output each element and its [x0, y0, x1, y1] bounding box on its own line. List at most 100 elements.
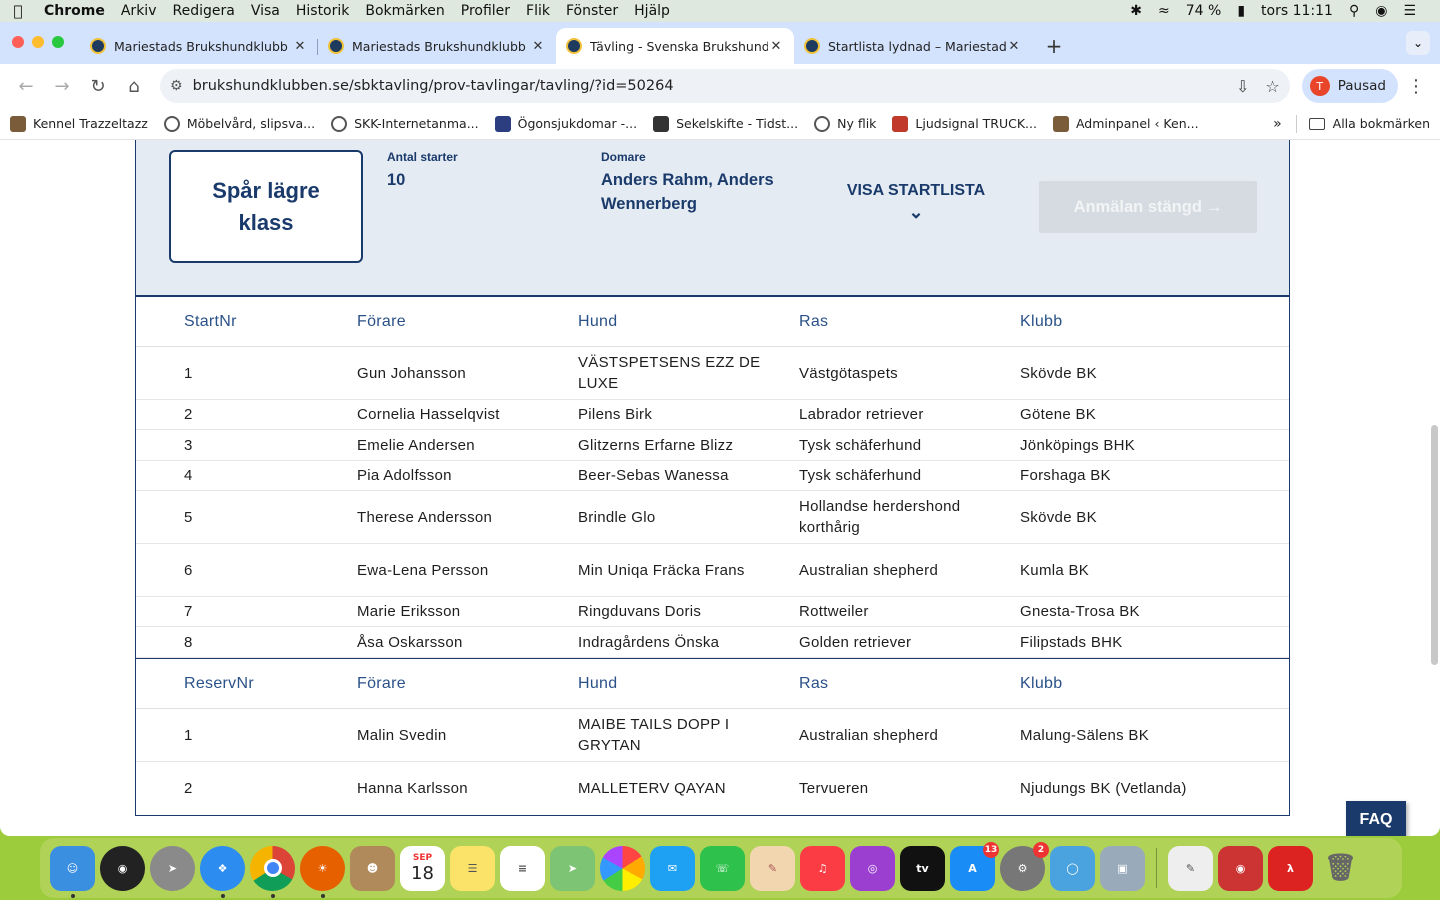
cell-nr: 2 [184, 406, 193, 423]
calendar-icon[interactable]: SEP 18 [400, 845, 445, 891]
home-icon[interactable]: ⌂ [118, 70, 150, 102]
podcasts-icon[interactable]: ◎ [850, 845, 895, 891]
bookmark-item[interactable]: Kennel Trazzeltazz [10, 115, 148, 132]
back-arrow-icon[interactable]: ← [10, 70, 42, 102]
bookmark-item[interactable]: Adminpanel ‹ Ken... [1052, 115, 1199, 132]
cell-nr: 4 [184, 467, 193, 484]
close-tab-icon[interactable]: ✕ [530, 39, 546, 54]
chrome-menu-icon[interactable]: ⋮ [1402, 76, 1430, 97]
acrobat-icon[interactable]: λ [1268, 845, 1313, 891]
menu-hjalp[interactable]: Hjälp [626, 3, 678, 19]
menu-app-name[interactable]: Chrome [36, 3, 113, 19]
cell-nr: 7 [184, 603, 193, 620]
photo-booth-icon[interactable]: ◉ [1218, 845, 1263, 891]
startlist-header-row: StartNr Förare Hund Ras Klubb [136, 297, 1289, 347]
pages-icon[interactable]: ✎ [750, 845, 795, 891]
bookmark-item[interactable]: Ny flik [814, 115, 876, 132]
table-row: 2 Cornelia Hasselqvist Pilens Birk Labra… [136, 400, 1289, 430]
battery-icon[interactable]: ▮ [1229, 3, 1253, 19]
reload-icon[interactable]: ↻ [82, 70, 114, 102]
battery-percent[interactable]: 74 % [1178, 3, 1230, 19]
maps-icon[interactable]: ➤ [550, 845, 595, 891]
safari-icon[interactable]: ❖ [200, 845, 245, 898]
apple-menu-icon[interactable]:  [0, 2, 36, 20]
notes-icon[interactable]: ☰ [450, 845, 495, 891]
install-app-icon[interactable]: ⇩ [1236, 77, 1249, 96]
page-scrollbar[interactable] [1431, 425, 1438, 665]
cell-handler: Therese Andersson [357, 508, 493, 526]
trash-icon[interactable]: 🗑 [1318, 846, 1363, 891]
menu-profiler[interactable]: Profiler [453, 3, 518, 19]
url-text[interactable]: brukshundklubben.se/sbktavling/prov-tavl… [193, 78, 1220, 94]
apple-tv-icon[interactable]: tv [900, 845, 945, 891]
close-tab-icon[interactable]: ✕ [1006, 39, 1022, 54]
control-center-icon[interactable]: ☰ [1395, 3, 1424, 19]
forward-arrow-icon[interactable]: → [46, 70, 78, 102]
bookmark-item[interactable]: SKK-Internetanma... [331, 115, 479, 132]
profile-button[interactable]: T Pausad [1301, 69, 1398, 103]
cell-dog: Min Uniqa Fräcka Frans [578, 561, 745, 579]
tab-title: Mariestads Brukshundklubb – [114, 38, 292, 54]
chrome-icon[interactable] [250, 845, 295, 898]
messages-icon[interactable]: ✉ [650, 845, 695, 891]
cell-club: Gnesta-Trosa BK [1020, 603, 1140, 620]
firefox-icon[interactable]: ☀ [300, 845, 345, 898]
siri-icon[interactable]: ◉ [1367, 3, 1395, 19]
close-tab-icon[interactable]: ✕ [292, 39, 308, 54]
fullscreen-window-button[interactable] [52, 36, 64, 48]
browser-tab[interactable]: Mariestads Brukshundklubb – ✕ [318, 31, 556, 61]
finder-icon[interactable]: ☺ [50, 845, 95, 898]
reminders-icon[interactable]: ≡ [500, 845, 545, 891]
music-icon[interactable]: ♫ [800, 845, 845, 891]
menu-historik[interactable]: Historik [288, 3, 358, 19]
faq-button[interactable]: FAQ [1346, 801, 1406, 836]
sbk-favicon-icon [90, 38, 106, 54]
browser-tab[interactable]: Startlista lydnad – Mariestads ✕ [794, 31, 1032, 61]
clock[interactable]: tors 11:11 [1253, 3, 1341, 19]
new-tab-button[interactable]: + [1040, 32, 1068, 60]
tab-title: Mariestads Brukshundklubb – [352, 38, 530, 54]
app-store-icon[interactable]: A 13 [950, 841, 999, 891]
bookmark-item[interactable]: Sekelskifte - Tidst... [653, 115, 798, 132]
menu-visa[interactable]: Visa [243, 3, 288, 19]
wifi-icon[interactable]: ≈ [1150, 3, 1178, 19]
facetime-icon[interactable]: ☏ [700, 845, 745, 891]
contacts-icon[interactable]: ☻ [350, 845, 395, 891]
sbk-favicon-icon [328, 38, 344, 54]
launchpad-icon[interactable]: ➤ [150, 845, 195, 891]
siri-icon[interactable]: ◉ [100, 845, 145, 891]
menu-bokmarken[interactable]: Bokmärken [357, 3, 452, 19]
all-bookmarks-button[interactable]: Alla bokmärken [1308, 116, 1430, 131]
bookmark-item[interactable]: Ögonsjukdomar -... [494, 115, 637, 132]
network-utility-icon[interactable]: ◯ [1050, 845, 1095, 891]
spotlight-search-icon[interactable]: ⚲ [1341, 3, 1367, 19]
system-settings-icon[interactable]: ⚙ 2 [1000, 841, 1049, 891]
browser-tab-active[interactable]: Tävling - Svenska Brukshund ✕ [556, 28, 794, 64]
signup-closed-button[interactable]: Anmälan stängd → [1039, 181, 1257, 233]
bookmarks-overflow-icon[interactable]: » [1273, 116, 1282, 132]
tab-search-chevron-icon[interactable]: ⌄ [1406, 31, 1430, 55]
photos-icon[interactable] [600, 845, 645, 891]
minimize-window-button[interactable] [32, 36, 44, 48]
tab-title: Startlista lydnad – Mariestads [828, 38, 1006, 54]
sekelskifte-favicon-icon [653, 115, 670, 132]
close-tab-icon[interactable]: ✕ [768, 39, 784, 54]
address-bar[interactable]: ⚙ brukshundklubben.se/sbktavling/prov-ta… [160, 69, 1290, 103]
bluetooth-icon[interactable]: ✱ [1122, 3, 1150, 19]
browser-tab[interactable]: Mariestads Brukshundklubb – ✕ [80, 31, 318, 61]
menu-arkiv[interactable]: Arkiv [113, 3, 165, 19]
close-window-button[interactable] [12, 36, 24, 48]
bookmark-item[interactable]: Möbelvård, slipsva... [163, 115, 315, 132]
cell-breed: Västgötaspets [799, 364, 898, 382]
menu-redigera[interactable]: Redigera [164, 3, 242, 19]
bookmark-star-icon[interactable]: ☆ [1265, 77, 1279, 96]
document-icon[interactable]: ✎ [1168, 845, 1213, 891]
bookmark-item[interactable]: Ljudsignal TRUCK... [892, 115, 1037, 132]
show-startlist-toggle[interactable]: VISA STARTLISTA ⌄ [836, 182, 996, 223]
menu-flik[interactable]: Flik [518, 3, 558, 19]
table-row: 3 Emelie Andersen Glitzerns Erfarne Bliz… [136, 430, 1289, 461]
col-header-breed: Ras [799, 674, 829, 692]
site-info-icon[interactable]: ⚙ [170, 78, 183, 94]
menu-fonster[interactable]: Fönster [558, 3, 626, 19]
preview-icon[interactable]: ▣ [1100, 845, 1145, 891]
